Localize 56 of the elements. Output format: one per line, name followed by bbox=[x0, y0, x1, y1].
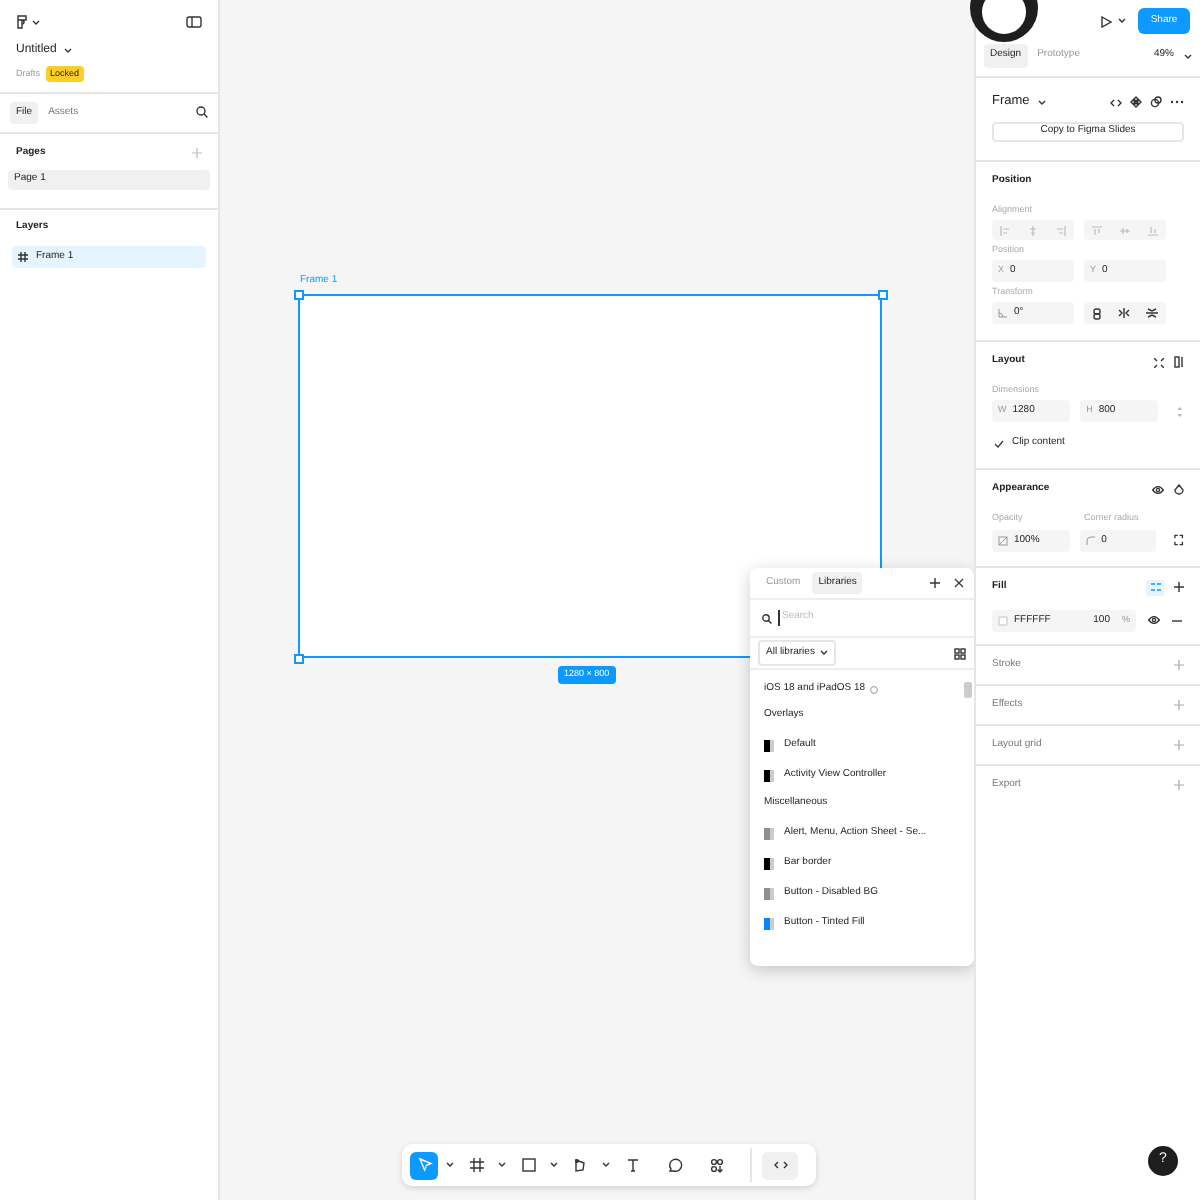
caret-icon[interactable] bbox=[498, 1162, 506, 1168]
auto-layout-icon[interactable] bbox=[1174, 356, 1184, 368]
actions-icon bbox=[707, 1156, 725, 1174]
mask-icon[interactable] bbox=[1150, 96, 1162, 108]
text-tool-icon bbox=[623, 1156, 641, 1174]
grid-view-icon[interactable] bbox=[954, 647, 966, 659]
caret-icon[interactable] bbox=[1184, 53, 1192, 59]
align-right-icon bbox=[1055, 225, 1066, 235]
opacity-icon bbox=[998, 535, 1008, 546]
resize-handle[interactable] bbox=[293, 289, 303, 299]
visibility-icon[interactable] bbox=[1152, 486, 1164, 494]
check-icon bbox=[993, 440, 1003, 448]
pen-tool-icon bbox=[571, 1156, 589, 1174]
rectangle-tool-icon bbox=[519, 1156, 537, 1174]
caret-icon[interactable] bbox=[602, 1162, 610, 1168]
frame-tool-icon bbox=[467, 1156, 485, 1174]
caret-icon bbox=[64, 48, 73, 54]
collapse-icon[interactable] bbox=[1154, 357, 1164, 367]
align-top-icon bbox=[1092, 225, 1103, 235]
component-icon[interactable] bbox=[1130, 96, 1142, 108]
sidebar-toggle-icon bbox=[186, 16, 202, 28]
caret-icon[interactable] bbox=[446, 1162, 454, 1168]
caret-icon bbox=[32, 19, 40, 25]
align-bottom-icon bbox=[1147, 225, 1158, 235]
resize-handle[interactable] bbox=[877, 289, 887, 299]
corners-icon[interactable] bbox=[1174, 534, 1185, 547]
checkbox[interactable] bbox=[992, 438, 1004, 450]
caret-icon[interactable] bbox=[1118, 18, 1126, 24]
align-middle-icon bbox=[1119, 225, 1130, 235]
caret-icon[interactable] bbox=[550, 1162, 558, 1168]
search-icon bbox=[762, 613, 772, 623]
frame-icon bbox=[18, 251, 28, 262]
transform-buttons[interactable] bbox=[1084, 302, 1166, 324]
comment-tool-icon bbox=[665, 1156, 683, 1174]
resize-handle[interactable] bbox=[293, 653, 303, 663]
flip-vertical-icon bbox=[1146, 308, 1158, 318]
corner-icon bbox=[1085, 535, 1096, 546]
add-icon[interactable] bbox=[930, 578, 940, 588]
styles-icon bbox=[1149, 582, 1161, 593]
align-left-icon bbox=[1000, 225, 1011, 235]
visibility-icon[interactable] bbox=[1148, 616, 1160, 625]
caret-icon bbox=[820, 650, 829, 656]
caret-icon bbox=[1037, 99, 1046, 105]
add-icon[interactable] bbox=[1174, 582, 1184, 593]
align-center-icon bbox=[1027, 225, 1038, 235]
info-icon bbox=[869, 686, 878, 694]
flip-horizontal-icon bbox=[1118, 308, 1130, 318]
code-icon bbox=[771, 1156, 789, 1174]
angle-icon bbox=[998, 308, 1008, 318]
search-icon bbox=[196, 106, 208, 119]
blend-icon[interactable] bbox=[1174, 484, 1184, 496]
close-icon[interactable] bbox=[954, 578, 964, 588]
code-icon[interactable] bbox=[1110, 97, 1122, 107]
play-icon[interactable] bbox=[1100, 15, 1112, 27]
move-tool-icon bbox=[415, 1156, 433, 1174]
logo-icon bbox=[16, 14, 28, 30]
